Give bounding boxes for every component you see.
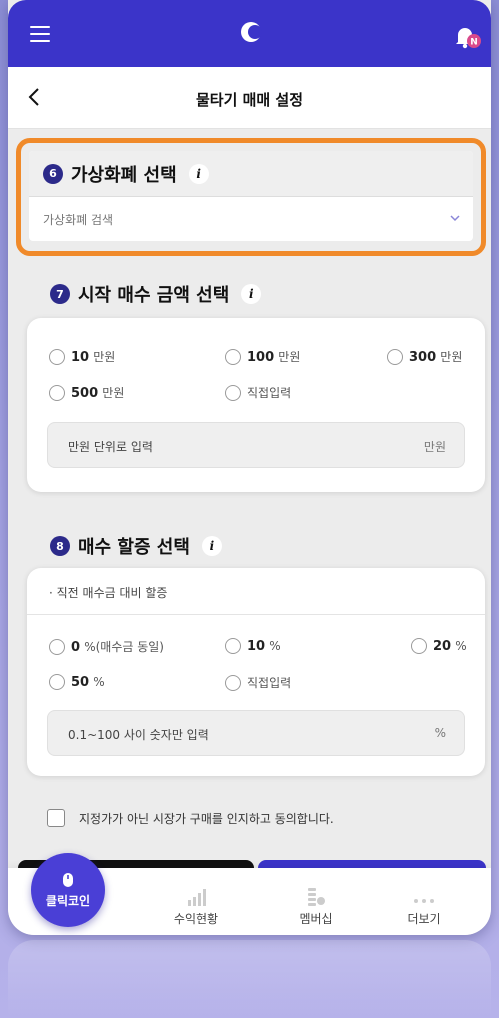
fab-label: 클릭코인 xyxy=(45,893,91,908)
mouse-icon xyxy=(63,872,73,887)
coins-icon xyxy=(308,888,325,906)
option-20pct[interactable]: 20 % xyxy=(411,638,467,654)
tab-label: 더보기 xyxy=(407,912,441,926)
radio-button[interactable] xyxy=(49,674,65,690)
amount-input-placeholder: 만원 단위로 입력 xyxy=(68,440,153,454)
premium-note: · 직전 매수금 대비 할증 xyxy=(49,586,168,600)
section-8-title: 매수 할증 선택 xyxy=(78,537,190,558)
amount-input-unit: 만원 xyxy=(423,440,446,454)
agree-checkbox[interactable] xyxy=(47,809,65,827)
radio-button[interactable] xyxy=(49,638,65,655)
section-6-header: 6 가상화폐 선택 i xyxy=(29,151,473,197)
tab-membership[interactable]: 멤버십 xyxy=(286,884,346,927)
tab-more[interactable]: 더보기 xyxy=(394,884,454,927)
tab-profit[interactable]: 수익현황 xyxy=(156,884,236,927)
amount-input[interactable]: 만원 단위로 입력 만원 xyxy=(47,422,465,468)
radio-button[interactable] xyxy=(49,384,65,401)
premium-input[interactable]: 0.1~100 사이 숫자만 입력 % xyxy=(47,710,465,756)
tab-label: 수익현황 xyxy=(173,912,219,926)
agreement-text: 지정가가 아닌 시장가 구매를 인지하고 동의합니다. xyxy=(79,811,334,826)
bar-chart-icon xyxy=(188,889,206,906)
option-100[interactable]: 100 만원 xyxy=(225,348,300,365)
radio-button[interactable] xyxy=(411,638,427,654)
info-icon[interactable]: i xyxy=(201,536,222,556)
radio-button[interactable] xyxy=(225,348,241,365)
option-500[interactable]: 500 만원 xyxy=(49,384,124,401)
menu-icon[interactable] xyxy=(30,26,50,42)
page-header: 물타기 매매 설정 xyxy=(8,67,491,129)
moon-logo-icon xyxy=(241,22,262,42)
radio-button[interactable] xyxy=(387,348,403,365)
option-custom[interactable]: 직접입력 xyxy=(225,384,291,401)
top-app-bar: N xyxy=(8,0,491,67)
section-8-header: 8 매수 할증 선택 i xyxy=(50,533,222,559)
option-50pct[interactable]: 50 % xyxy=(49,674,105,690)
radio-button[interactable] xyxy=(225,674,241,691)
option-custom-pct[interactable]: 직접입력 xyxy=(225,674,291,691)
tab-label: 멤버십 xyxy=(299,912,333,926)
coin-select-section: 6 가상화폐 선택 i 가상화폐 검색 xyxy=(16,138,486,256)
reflection-decoration xyxy=(8,940,491,1018)
chevron-down-icon xyxy=(450,215,460,222)
coin-search-dropdown[interactable]: 가상화폐 검색 xyxy=(29,197,473,241)
app-screen: N 물타기 매매 설정 6 가상화폐 선택 i 가상화폐 검색 7 시작 매수 xyxy=(8,0,491,935)
page-title: 물타기 매매 설정 xyxy=(195,91,304,109)
info-icon[interactable]: i xyxy=(188,163,209,184)
option-10[interactable]: 10 만원 xyxy=(49,348,115,365)
radio-button[interactable] xyxy=(225,384,241,401)
option-0[interactable]: 0 %(매수금 동일) xyxy=(49,638,164,655)
step-number-6: 6 xyxy=(43,163,63,184)
section-7-header: 7 시작 매수 금액 선택 i xyxy=(50,281,262,307)
section-7-title: 시작 매수 금액 선택 xyxy=(78,285,230,306)
start-amount-card: 10 만원 100 만원 300 만원 500 만원 직접입력 만원 단위로 입… xyxy=(27,318,485,492)
section-6-title: 가상화폐 선택 xyxy=(71,164,177,186)
more-dots-icon xyxy=(414,899,434,903)
notification-badge: N xyxy=(470,38,478,48)
notification-bell-icon[interactable]: N xyxy=(453,24,483,50)
click-coin-button[interactable]: 클릭코인 xyxy=(31,853,105,927)
premium-input-unit: % xyxy=(434,726,446,740)
radio-button[interactable] xyxy=(49,348,65,365)
premium-input-placeholder: 0.1~100 사이 숫자만 입력 xyxy=(68,728,209,742)
coin-search-placeholder: 가상화폐 검색 xyxy=(43,212,114,227)
divider xyxy=(27,614,485,615)
step-number-7: 7 xyxy=(50,284,70,304)
step-number-8: 8 xyxy=(50,536,70,556)
option-10pct[interactable]: 10 % xyxy=(225,638,281,654)
info-icon[interactable]: i xyxy=(241,284,262,304)
agreement-row[interactable]: 지정가가 아닌 시장가 구매를 인지하고 동의합니다. xyxy=(47,809,334,827)
premium-card: · 직전 매수금 대비 할증 0 %(매수금 동일) 10 % 20 % 50 … xyxy=(27,568,485,776)
option-300[interactable]: 300 만원 xyxy=(387,348,462,365)
radio-button[interactable] xyxy=(225,638,241,654)
